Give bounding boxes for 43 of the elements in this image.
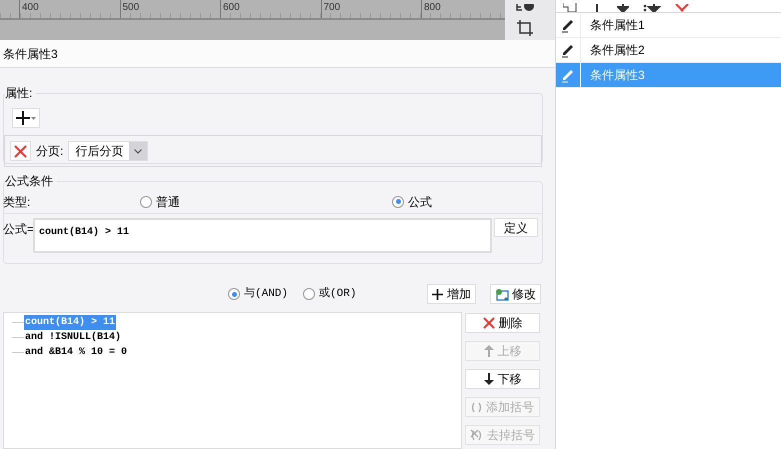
close-icon[interactable]	[675, 4, 689, 12]
delete-button[interactable]	[10, 141, 31, 161]
dialog-title: 条件属性3	[3, 46, 58, 62]
chevron-down-icon	[134, 148, 142, 154]
condition-item[interactable]: and !ISNULL(B14)	[24, 330, 122, 345]
arrow-down-icon	[484, 373, 494, 385]
add-button[interactable]: 增加	[427, 284, 476, 304]
arrow-down-icon[interactable]	[617, 4, 629, 12]
condition-item[interactable]: and &B14 % 10 = 0	[24, 345, 128, 360]
add-button[interactable]	[12, 108, 40, 128]
ruler-label: 500	[120, 0, 220, 18]
pencil-icon	[561, 68, 575, 82]
modify-button[interactable]: 修改	[490, 284, 541, 304]
ruler-label: 600	[220, 0, 320, 18]
list-item[interactable]: 条件属性2	[556, 38, 781, 63]
crop-icon[interactable]	[517, 20, 533, 36]
pencil-icon	[561, 18, 575, 32]
field-label: 类型:	[3, 194, 32, 210]
ruler-label: 400	[19, 0, 120, 18]
action-button[interactable]: 删除	[465, 313, 540, 333]
page-break-dropdown[interactable]: 行后分页	[68, 141, 148, 161]
close-icon	[14, 144, 27, 158]
arrow-up-icon	[484, 345, 494, 357]
list-item[interactable]: 条件属性1	[556, 13, 781, 38]
caret-icon	[31, 116, 36, 120]
group-label: 属性:	[5, 85, 34, 102]
radio-option[interactable]: 或(OR)	[303, 286, 356, 302]
group-label: 公式条件	[5, 173, 54, 190]
radio-option[interactable]: 普通	[140, 192, 392, 210]
radio-option[interactable]: 公式	[392, 192, 432, 210]
formula-input[interactable]: count(B14) > 11	[33, 218, 492, 253]
define-button[interactable]: 定义	[494, 218, 538, 237]
parentheses-icon	[471, 402, 482, 412]
field-label: 分页:	[36, 143, 64, 160]
remove-parentheses-icon	[470, 429, 483, 441]
sort-down-icon[interactable]	[643, 4, 661, 12]
pencil-icon	[561, 42, 575, 58]
radio-option[interactable]: 与(AND)	[228, 286, 288, 302]
action-button[interactable]: 下移	[465, 369, 540, 389]
ruler-label: 700	[320, 0, 421, 18]
plus-icon	[16, 111, 30, 125]
close-icon	[482, 317, 494, 329]
plus-icon	[432, 288, 443, 300]
